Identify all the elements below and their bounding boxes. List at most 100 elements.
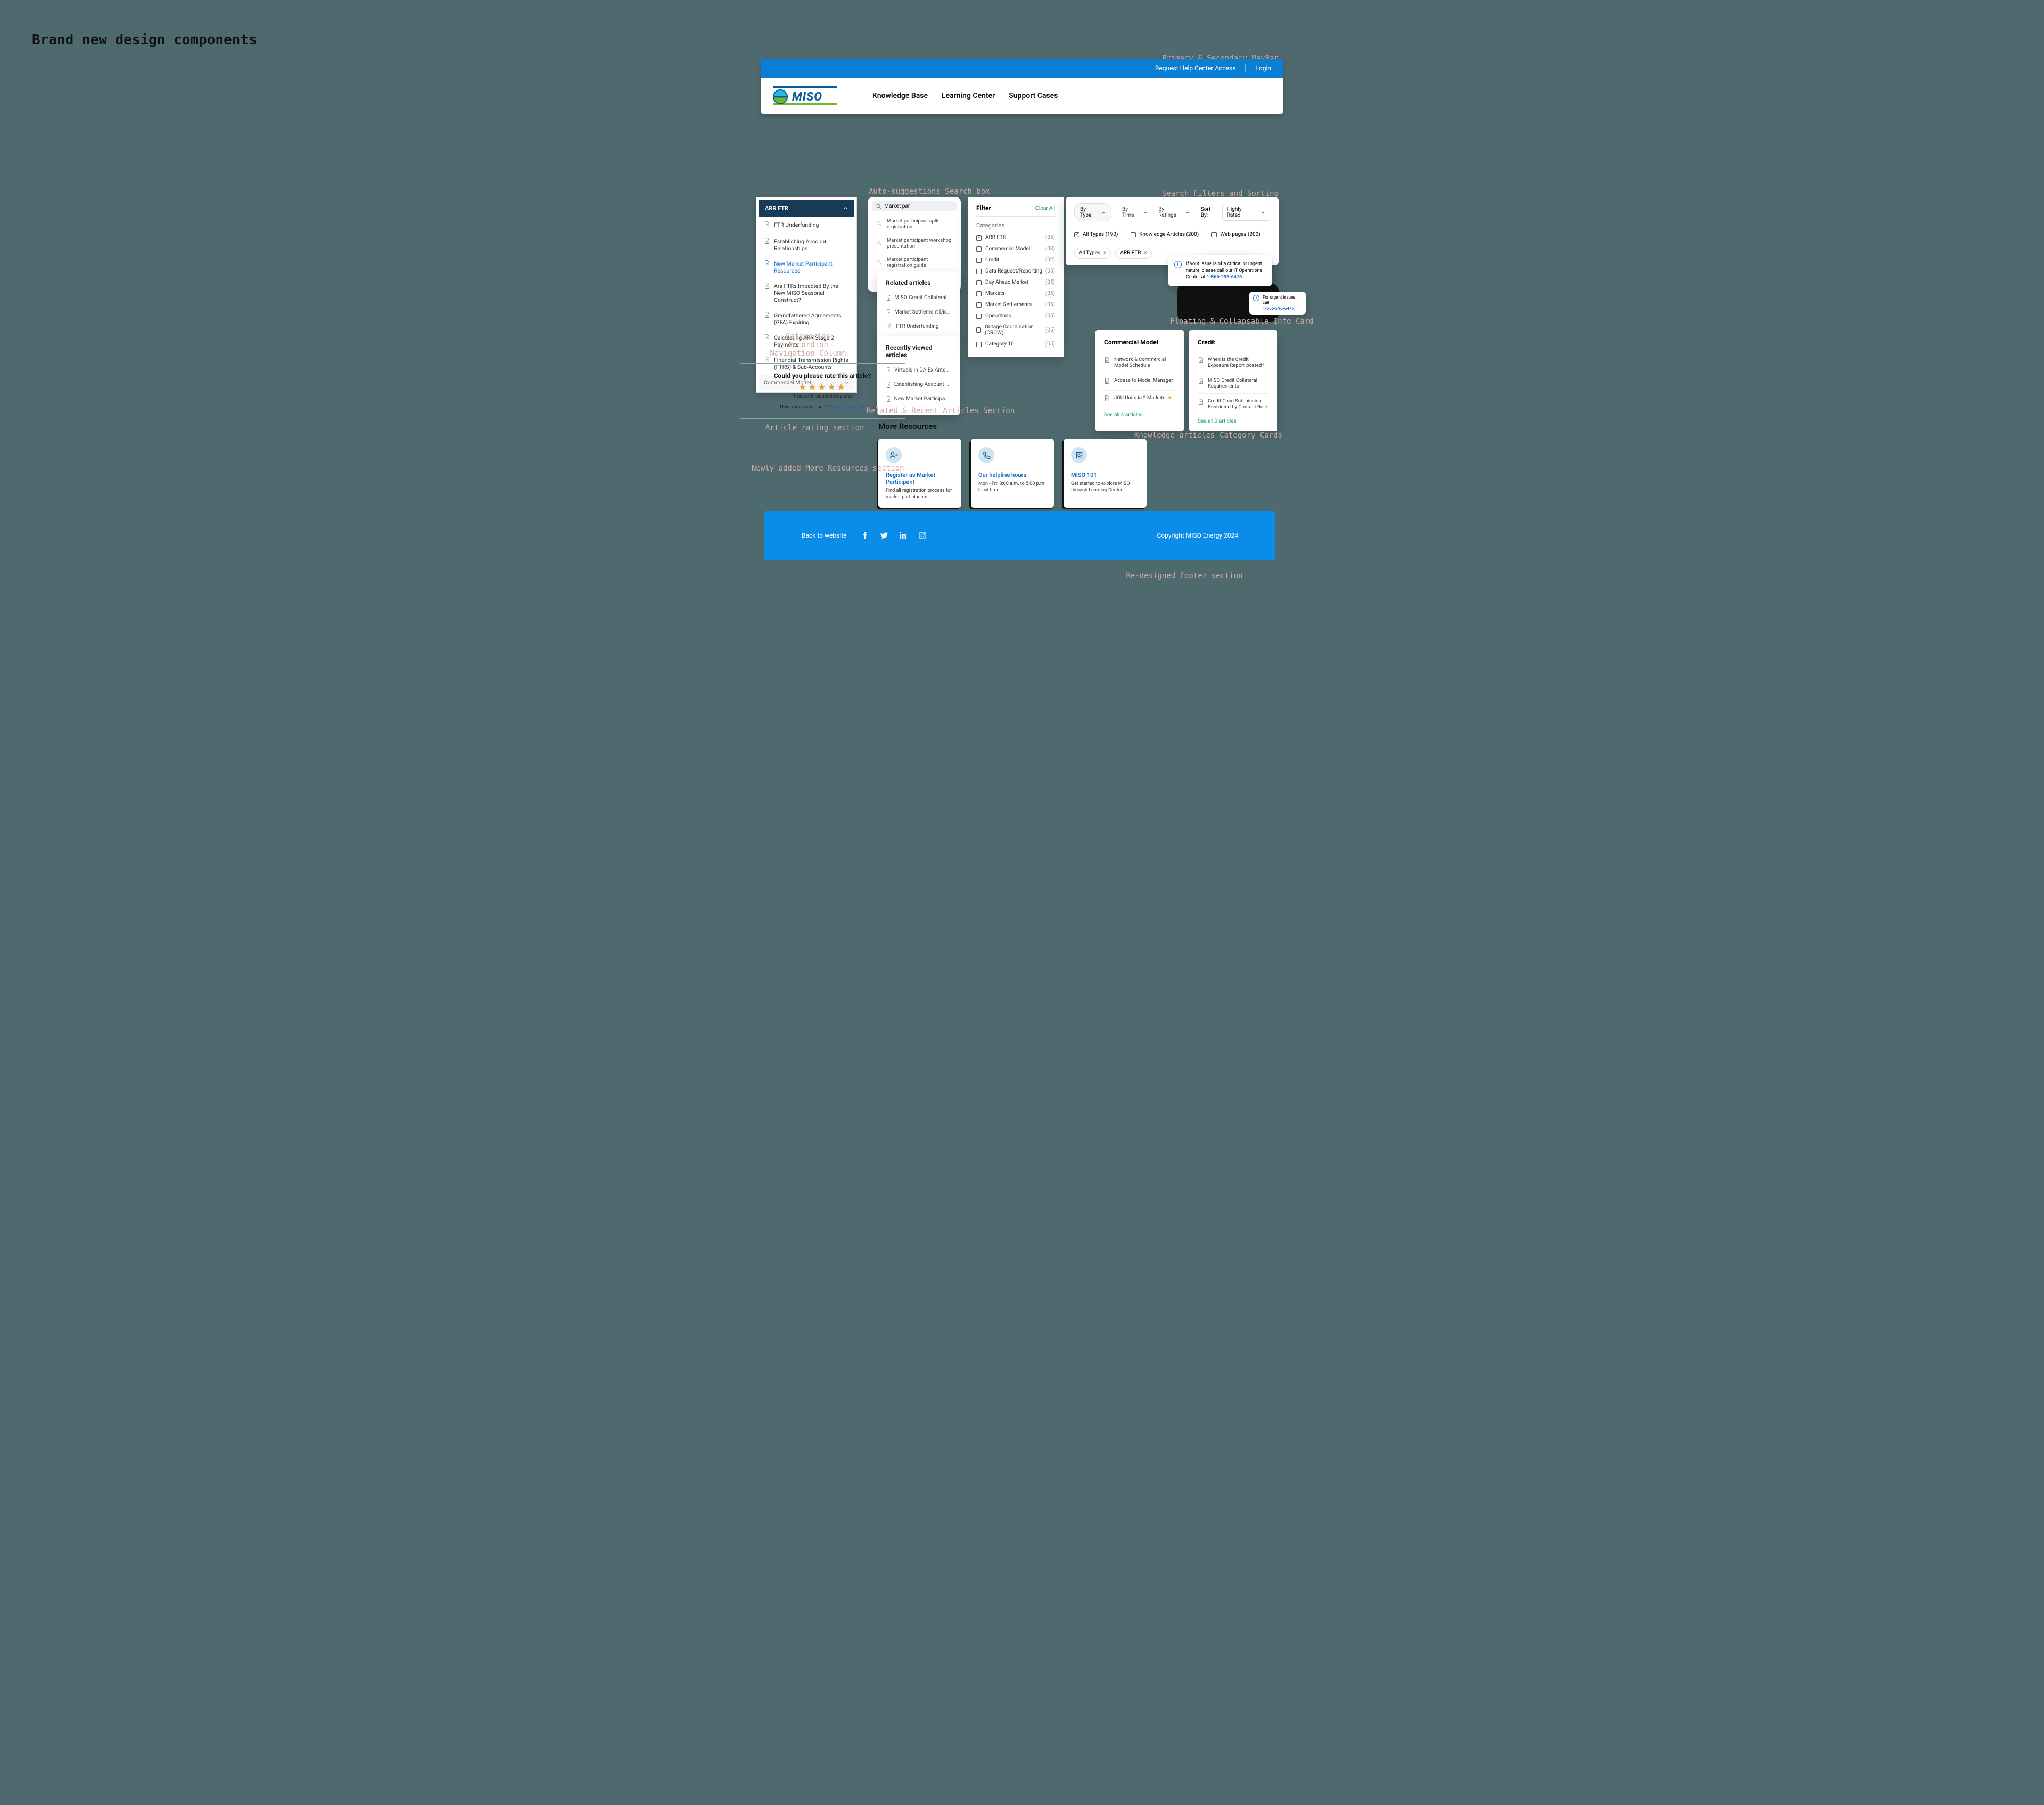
nav-learning-center[interactable]: Learning Center: [942, 92, 995, 100]
accordion-item[interactable]: Are FTRs Impacted By the New MISO Season…: [759, 278, 854, 308]
recent-title: Recently viewed articles: [886, 344, 951, 359]
search-suggestion[interactable]: Market participant split registration: [868, 215, 961, 234]
clear-all-button[interactable]: Clear All: [1035, 205, 1055, 211]
article-title: Market Settlement Disputes an…: [894, 309, 951, 317]
category-article-link[interactable]: When is the Credit Exposure Report poste…: [1198, 352, 1269, 373]
sortby-select[interactable]: Highly Rated: [1222, 204, 1270, 221]
chevron-up-icon: [1101, 210, 1106, 215]
accordion-item-label: Establishing Account Relationships: [774, 238, 849, 252]
filter-category[interactable]: Category 10 (05): [976, 339, 1055, 350]
search-input-wrap[interactable]: [872, 201, 957, 211]
chevron-down-icon: [1143, 210, 1148, 215]
user-check-icon: [886, 447, 902, 463]
twitter-icon[interactable]: [880, 531, 888, 540]
document-icon: [1104, 395, 1110, 403]
category-label: Operations: [985, 313, 1011, 319]
filter-category[interactable]: Day Ahead Market (05): [976, 277, 1055, 288]
category-count: (05): [1045, 268, 1055, 274]
type-option-label: Knowledge Articles (200): [1139, 232, 1199, 237]
back-to-website-link[interactable]: Back to website: [802, 532, 847, 539]
label-info: Floating & Collapsable Info Card: [1170, 317, 1282, 326]
accordion-item[interactable]: Establishing Account Relationships: [759, 234, 854, 256]
facet-by-type[interactable]: By Type: [1074, 203, 1111, 221]
info-icon: i: [1174, 261, 1182, 268]
document-icon: [1104, 377, 1110, 386]
accordion-item[interactable]: Grandfathered Agreements (GFA) Expiring: [759, 308, 854, 330]
resource-title: MISO 101: [1071, 472, 1139, 479]
navbar-main: MISO Knowledge Base Learning Center Supp…: [761, 78, 1283, 114]
accordion-item[interactable]: FTR Underfunding: [759, 217, 854, 234]
see-all-link[interactable]: See all 4 articles: [1104, 412, 1143, 418]
article-link[interactable]: Market Settlement Disputes an…: [886, 306, 951, 320]
article-link[interactable]: FTR Underfunding: [886, 320, 951, 335]
category-card-title: Commercial Model: [1104, 339, 1175, 346]
filter-category[interactable]: Commercial Model (03): [976, 243, 1055, 254]
article-title: Network & Commercial Model Schedule: [1114, 357, 1175, 368]
facet-by-time[interactable]: By Time: [1122, 207, 1148, 218]
facebook-icon[interactable]: [861, 531, 869, 540]
checkbox-icon: [1211, 232, 1217, 237]
resource-card[interactable]: Our helpline hours Mon - Fri: 8:00 a.m. …: [971, 439, 1054, 508]
checkbox-icon: [976, 235, 982, 241]
resource-card[interactable]: Register as Market Participant Find all …: [878, 439, 961, 508]
facet-by-ratings-label: By Ratings: [1158, 207, 1183, 218]
resource-card[interactable]: MISO 101 Get started to explore MISO thr…: [1064, 439, 1147, 508]
label-accordion: Categories Accordion Navigation Column: [765, 332, 851, 358]
filter-category[interactable]: Outage Coordination (CROW) (05): [976, 322, 1055, 339]
filter-category[interactable]: Market Settlements (05): [976, 299, 1055, 310]
category-card-title: Credit: [1198, 339, 1269, 346]
logo[interactable]: MISO: [773, 86, 837, 105]
type-option[interactable]: All Types (190): [1074, 232, 1118, 237]
article-title: When is the Credit Exposure Report poste…: [1208, 357, 1269, 368]
suggestion-text: Market participant registration guide: [887, 257, 952, 268]
linkedin-icon[interactable]: [899, 531, 908, 540]
social-links: [861, 531, 927, 540]
category-label: Credit: [985, 257, 999, 263]
phone-icon: [978, 447, 994, 463]
submit-request-link[interactable]: Submit a request: [829, 405, 865, 410]
filter-category[interactable]: Data Request/Reporting (05): [976, 266, 1055, 277]
category-article-link[interactable]: Access to Model Manager: [1104, 373, 1175, 391]
checkbox-icon: [976, 258, 982, 263]
document-icon: [886, 295, 890, 303]
filter-panel: Filter Clear All Categories ARR FTR (05)…: [968, 197, 1064, 357]
type-option[interactable]: Web pages (200): [1211, 232, 1260, 237]
chip-remove-icon[interactable]: ×: [1103, 250, 1106, 256]
filter-category[interactable]: Operations (05): [976, 310, 1055, 322]
type-option[interactable]: Knowledge Articles (200): [1131, 232, 1199, 237]
category-label: Outage Coordination (CROW): [985, 324, 1045, 336]
filter-category[interactable]: Markets (05): [976, 288, 1055, 299]
filter-category[interactable]: ARR FTR (05): [976, 232, 1055, 243]
filter-title: Filter: [976, 204, 991, 212]
filter-category[interactable]: Credit (02): [976, 254, 1055, 266]
related-title: Related articles: [886, 279, 951, 286]
chip-remove-icon[interactable]: ×: [1144, 250, 1147, 256]
nav-knowledge-base[interactable]: Knowledge Base: [872, 92, 928, 100]
facet-by-ratings[interactable]: By Ratings: [1158, 207, 1190, 218]
checkbox-icon: [976, 291, 982, 296]
facet-by-time-label: By Time: [1122, 207, 1141, 218]
filter-chip: All Types×: [1074, 248, 1111, 259]
nav-support-cases[interactable]: Support Cases: [1009, 92, 1058, 100]
category-article-link[interactable]: MISO Credit Collateral Requirements: [1198, 373, 1269, 394]
article-link[interactable]: MISO Credit Collateral Require…: [886, 292, 951, 306]
rating-stars[interactable]: ★★★★★: [744, 382, 901, 393]
document-icon: [886, 324, 892, 332]
search-input[interactable]: [884, 203, 950, 209]
accordion-item[interactable]: New Market Participant Resources: [759, 256, 854, 278]
request-access-link[interactable]: Request Help Center Access: [1155, 64, 1235, 72]
category-label: Day Ahead Market: [985, 279, 1028, 285]
see-all-link[interactable]: See all 2 articles: [1198, 418, 1237, 424]
login-link[interactable]: Login: [1255, 64, 1271, 72]
search-suggestion[interactable]: Market participant registration guide: [868, 253, 961, 272]
accordion-header[interactable]: ARR FTR: [759, 200, 854, 217]
category-article-link[interactable]: Network & Commercial Model Schedule: [1104, 352, 1175, 373]
category-article-link[interactable]: JOU Units in 2 Markets★: [1104, 391, 1175, 408]
instagram-icon[interactable]: [918, 531, 927, 540]
info-card-large: i If your issue is of a critical or urge…: [1168, 255, 1272, 286]
checkbox-icon: [1074, 232, 1079, 237]
category-count: (05): [1045, 327, 1055, 333]
accordion-item-label: Are FTRs Impacted By the New MISO Season…: [774, 283, 849, 303]
search-suggestion[interactable]: Market participant workshop presentation: [868, 234, 961, 253]
category-article-link[interactable]: Credit Case Submission Restricted by Con…: [1198, 394, 1269, 414]
